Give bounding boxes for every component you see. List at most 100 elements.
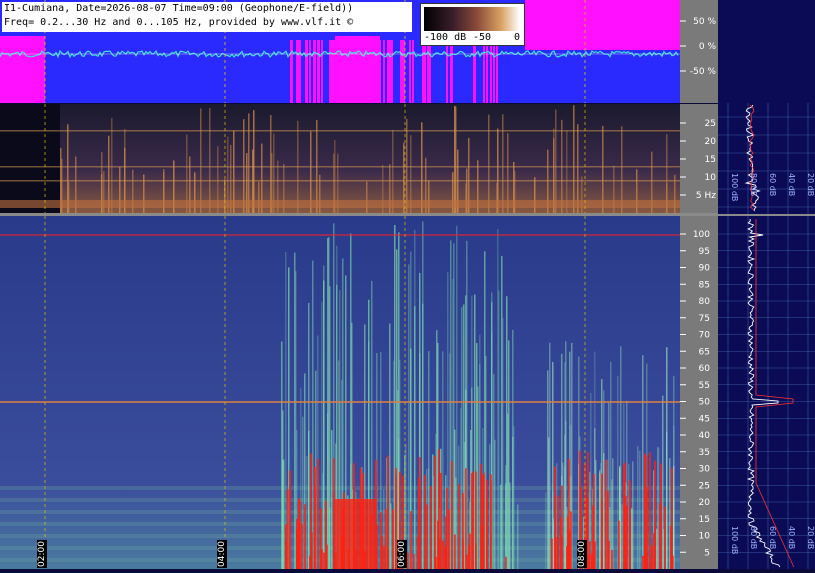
spectrogram-high-burst [603, 453, 605, 569]
spectrogram-high-red [611, 550, 613, 569]
spectrogram-high-burst [547, 370, 549, 569]
title-box: I1-Cumiana, Date=2026-08-07 Time=09:00 (… [2, 2, 412, 32]
spectrogram-low-streak [496, 182, 498, 214]
spectrogram-high-red [642, 555, 644, 569]
spectrogram-high-burst [517, 504, 519, 569]
spectrogram-high-red [325, 500, 327, 569]
spectrogram-low-streak [455, 106, 457, 214]
spectrogram-high-red [482, 475, 484, 569]
spectrogram-high-red [413, 553, 415, 569]
spectrogram-high-burst [505, 465, 507, 569]
waveform-burst [299, 40, 301, 103]
spectrogram-high-red [383, 545, 385, 569]
spectrogram-high-red-block [335, 499, 375, 569]
spectrogram-high-red [434, 455, 436, 569]
spectrogram-high-red [505, 556, 507, 569]
spectrogram-high-burst [331, 430, 333, 569]
spectrogram-high-red [311, 532, 313, 569]
spectrogram-high-red [454, 534, 456, 569]
waveform-burst [389, 40, 391, 103]
spectrogram-high-burst [545, 492, 547, 569]
spectrum-profile: 100 dB 80 dB 60 dB 40 dB 20 dB 100 dB 80 dB 60 … [718, 103, 815, 569]
spectrogram-high-red [320, 508, 322, 569]
spectrogram-high-burst [494, 439, 496, 569]
spectrogram-high-red [376, 524, 378, 569]
spectrogram-high-burst [639, 450, 641, 569]
spectrogram-high-ytick-label: 45 [699, 414, 710, 424]
spectrum-profile-db-label-low: 20 dB [806, 173, 815, 196]
spectrogram-high-red [490, 480, 492, 569]
spectrogram-low-streak [209, 108, 211, 214]
spectrogram-high-panel [0, 216, 680, 569]
waveform-burst [341, 40, 343, 103]
spectrogram-high-red [287, 489, 289, 569]
spectrum-profile-db-label-low: 100 dB [730, 173, 739, 201]
waveform-burst [352, 40, 354, 103]
spectrogram-low-streak [270, 115, 272, 214]
waveform-burst [290, 40, 292, 103]
spectrogram-high-ytick-label: 60 [699, 364, 711, 374]
spectrogram-high-burst [509, 482, 511, 569]
spectrogram-high-axis-ticks: 100 95 90 85 80 75 70 65 60 55 50 45 40 35 30 25 20 15 10 5 [680, 230, 711, 558]
waveform-burst [446, 40, 448, 103]
spectrum-profile-divider [718, 214, 815, 216]
spectrogram-low-ytick-label: 15 [705, 155, 716, 165]
spectrogram-high-red [462, 538, 464, 569]
spectrogram-high-red [480, 464, 482, 569]
spectrogram-high-red [592, 505, 594, 569]
spectrogram-high-red [557, 548, 559, 569]
spectrogram-high-ytick-label: 95 [699, 247, 710, 257]
spectrum-profile-db-label-high: 100 dB [730, 526, 739, 554]
spectrogram-high-red [651, 545, 653, 569]
spectrogram-low-ytick-label: 25 [705, 119, 716, 129]
waveform-burst [357, 40, 359, 103]
spectrogram-high-red [644, 453, 646, 569]
spectrogram-low-hline [0, 166, 680, 168]
spectrogram-low [0, 104, 680, 214]
spectrogram-high-burst [428, 467, 430, 569]
spectrogram-high-red [387, 455, 389, 569]
time-tick-0600: 06:00 [397, 540, 407, 568]
spectrogram-high-red [594, 541, 596, 569]
spectrogram-low-axis-ticks: 25 20 15 10 5 Hz [680, 119, 717, 201]
spectrogram-low-ytick-label: 20 [705, 137, 717, 147]
waveform-burst [493, 40, 495, 103]
spectrogram-high-red [618, 520, 620, 569]
spectrogram-high-red [561, 535, 563, 569]
spectrum-profile-db-label-low: 60 dB [768, 173, 777, 196]
spectrogram-high-red [451, 461, 453, 569]
waveform-burst [372, 40, 374, 103]
top-right-blank [718, 0, 815, 103]
spectrogram-high-red [296, 529, 298, 569]
spectrogram-low-axis: 25 20 15 10 5 Hz [680, 104, 718, 214]
spectrogram-high-burst [282, 459, 284, 569]
spectrogram-high-red [475, 543, 477, 569]
spectrogram-high-ytick-label: 55 [699, 381, 710, 391]
spectrogram-high-red [649, 452, 651, 569]
waveform-burst [474, 40, 476, 103]
spectrogram-high [0, 216, 680, 569]
spectrogram-high-red [629, 518, 631, 569]
spectrum-profile-db-label-high: 80 dB [749, 526, 758, 549]
waveform-magenta-region-1 [0, 36, 45, 103]
waveform-axis-ticks: 50 % 0 % -50 % [680, 17, 716, 77]
waveform-burst [329, 40, 331, 103]
spectrogram-high-ytick-label: 100 [693, 230, 710, 240]
spectrogram-high-red [551, 538, 553, 569]
spectrogram-high-ytick-label: 5 [704, 548, 710, 558]
spectrogram-low-streak [111, 117, 113, 214]
spectrogram-high-red [466, 554, 468, 569]
spectrogram-low-dark-left [0, 104, 60, 214]
waveform-burst [331, 40, 333, 103]
spectrogram-high-burst [656, 528, 658, 569]
spectrogram-high-burst [329, 286, 331, 569]
spectrogram-high-ytick-label: 15 [699, 515, 710, 525]
spectrogram-high-red [605, 459, 607, 569]
spectrogram-low-streak [68, 182, 70, 214]
waveform-burst [368, 40, 370, 103]
spectrogram-high-burst [442, 351, 444, 569]
waveform-magenta-region-3 [525, 0, 680, 50]
spectrogram-high-red [589, 541, 591, 569]
spectrogram-high-red [570, 511, 572, 569]
spectrogram-high-red [670, 525, 672, 569]
